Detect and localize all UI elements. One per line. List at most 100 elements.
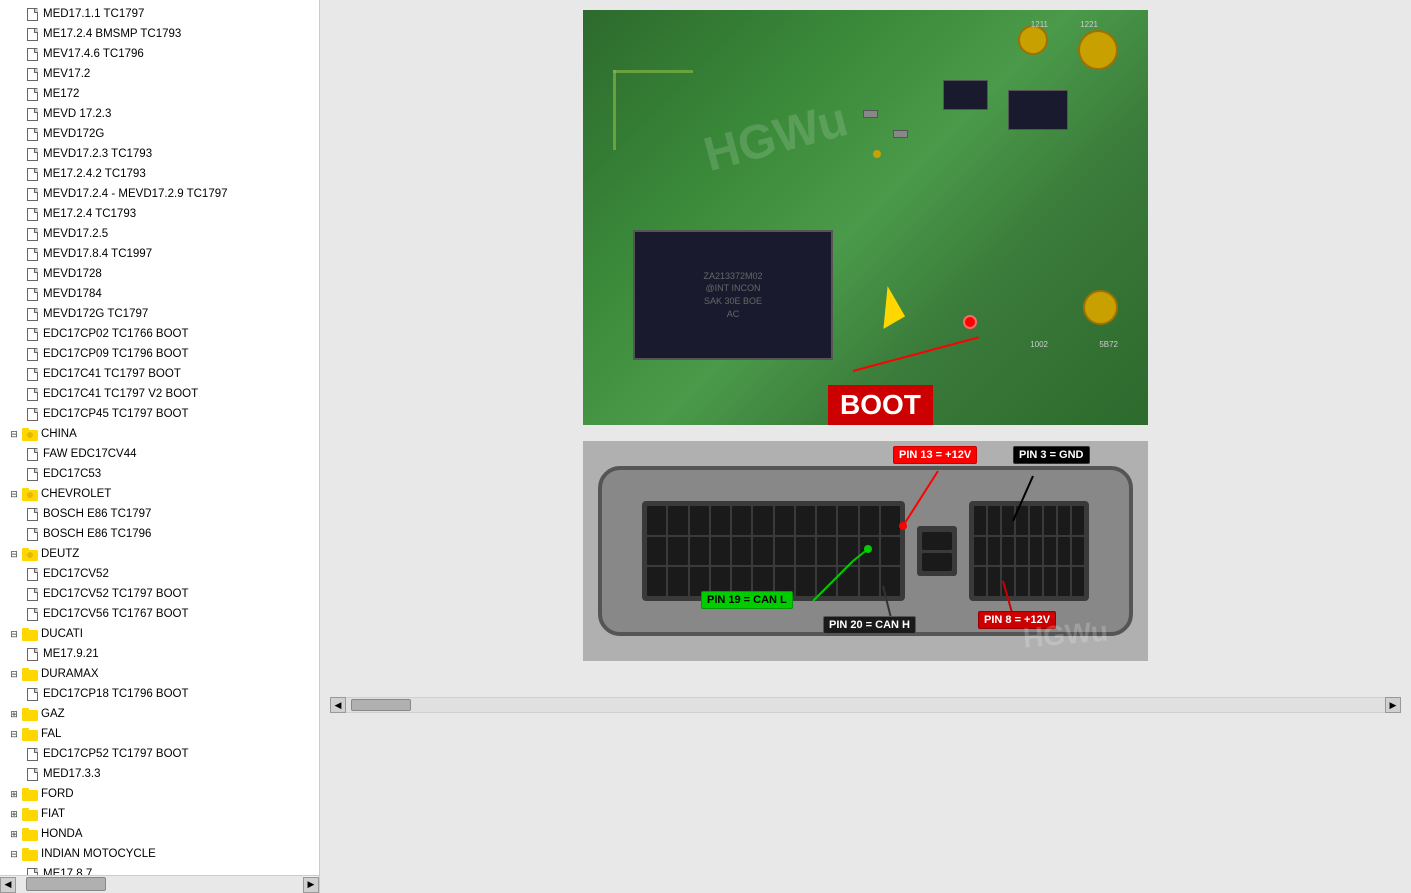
doc-icon xyxy=(24,306,40,322)
tree-group-deutz[interactable]: ⊟ DEUTZ xyxy=(0,544,319,564)
tree-item-mevd172g[interactable]: MEVD172G xyxy=(0,124,319,144)
tree-item-edc17cv56[interactable]: EDC17CV56 TC1767 BOOT xyxy=(0,604,319,624)
folder-icon-ducati xyxy=(22,626,38,642)
doc-icon xyxy=(24,866,40,875)
doc-icon xyxy=(24,366,40,382)
tree-group-indian-motocycle[interactable]: ⊟ INDIAN MOTOCYCLE xyxy=(0,844,319,864)
doc-icon xyxy=(24,466,40,482)
tree-item-me17_2_4[interactable]: ME17.2.4 BMSMP TC1793 xyxy=(0,24,319,44)
bottom-scrollbar-track[interactable] xyxy=(16,876,303,893)
connector-watermark: HGWu xyxy=(1022,615,1109,654)
tree-item-edc17cv52[interactable]: EDC17CV52 xyxy=(0,564,319,584)
pin20-label: PIN 20 = CAN H xyxy=(823,616,916,634)
tree-group-gaz[interactable]: ⊞ GAZ xyxy=(0,704,319,724)
folder-icon-china xyxy=(22,426,38,442)
doc-icon xyxy=(24,406,40,422)
left-panel: MED17.1.1 TC1797 ME17.2.4 BMSMP TC1793 M… xyxy=(0,0,320,893)
doc-icon xyxy=(24,746,40,762)
scroll-left-btn[interactable]: ◀ xyxy=(0,877,16,893)
doc-icon xyxy=(24,186,40,202)
doc-icon xyxy=(24,386,40,402)
tree-item-me172[interactable]: ME172 xyxy=(0,84,319,104)
tree-item-mevd17_2_4_2_9[interactable]: MEVD17.2.4 - MEVD17.2.9 TC1797 xyxy=(0,184,319,204)
tree-group-ford[interactable]: ⊞ FORD xyxy=(0,784,319,804)
expand-icon-ford: ⊞ xyxy=(8,788,20,800)
tree-item-edc17c41_v2[interactable]: EDC17C41 TC1797 V2 BOOT xyxy=(0,384,319,404)
expand-icon-fal: ⊟ xyxy=(8,728,20,740)
tree-container[interactable]: MED17.1.1 TC1797 ME17.2.4 BMSMP TC1793 M… xyxy=(0,0,319,875)
doc-icon xyxy=(24,526,40,542)
tree-item-edc17cv52_boot[interactable]: EDC17CV52 TC1797 BOOT xyxy=(0,584,319,604)
tree-item-med17_1_1[interactable]: MED17.1.1 TC1797 xyxy=(0,4,319,24)
tree-item-edc17cp18[interactable]: EDC17CP18 TC1796 BOOT xyxy=(0,684,319,704)
doc-icon xyxy=(24,346,40,362)
pcb-image-container: ZA213372M02@INT INCONSAK 30E BOEAC BOOT xyxy=(583,10,1148,425)
expand-icon-gaz: ⊞ xyxy=(8,708,20,720)
expand-icon-fiat: ⊞ xyxy=(8,808,20,820)
folder-icon-duramax xyxy=(22,666,38,682)
tree-item-mevd1784[interactable]: MEVD1784 xyxy=(0,284,319,304)
tree-item-edc17c41[interactable]: EDC17C41 TC1797 BOOT xyxy=(0,364,319,384)
tree-group-honda[interactable]: ⊞ HONDA xyxy=(0,824,319,844)
doc-icon xyxy=(24,106,40,122)
tree-item-edc17cp52_fal[interactable]: EDC17CP52 TC1797 BOOT xyxy=(0,744,319,764)
scroll-right-btn[interactable]: ▶ xyxy=(303,877,319,893)
doc-icon xyxy=(24,286,40,302)
folder-icon-fiat xyxy=(22,806,38,822)
expand-icon-china: ⊟ xyxy=(8,428,20,440)
right-panel[interactable]: ZA213372M02@INT INCONSAK 30E BOEAC BOOT xyxy=(320,0,1411,893)
tree-item-mev17_2[interactable]: MEV17.2 xyxy=(0,64,319,84)
tree-item-bosch_e86_tc1796[interactable]: BOSCH E86 TC1796 xyxy=(0,524,319,544)
tree-item-mevd17_2_3_tc1793[interactable]: MEVD17.2.3 TC1793 xyxy=(0,144,319,164)
doc-icon xyxy=(24,606,40,622)
doc-icon xyxy=(24,566,40,582)
expand-icon-chevrolet: ⊟ xyxy=(8,488,20,500)
tree-group-duramax[interactable]: ⊟ DURAMAX xyxy=(0,664,319,684)
doc-icon xyxy=(24,126,40,142)
folder-icon-honda xyxy=(22,826,38,842)
doc-icon xyxy=(24,206,40,222)
doc-icon xyxy=(24,266,40,282)
tree-item-edc17c53[interactable]: EDC17C53 xyxy=(0,464,319,484)
tree-item-bosch_e86_tc1797[interactable]: BOSCH E86 TC1797 xyxy=(0,504,319,524)
tree-item-edc17cp09[interactable]: EDC17CP09 TC1796 BOOT xyxy=(0,344,319,364)
tree-item-me17_2_4_tc1793[interactable]: ME17.2.4 TC1793 xyxy=(0,204,319,224)
tree-group-fal[interactable]: ⊟ FAL xyxy=(0,724,319,744)
right-bottom-scrollbar[interactable]: ◀ ▶ xyxy=(330,697,1401,713)
tree-item-mevd_17_2_3[interactable]: MEVD 17.2.3 xyxy=(0,104,319,124)
tree-item-mevd17_8_4[interactable]: MEVD17.8.4 TC1997 xyxy=(0,244,319,264)
tree-group-fiat[interactable]: ⊞ FIAT xyxy=(0,804,319,824)
bottom-scrollbar[interactable]: ◀ ▶ xyxy=(0,875,319,893)
right-scroll-right-btn[interactable]: ▶ xyxy=(1385,697,1401,713)
expand-icon-deutz: ⊟ xyxy=(8,548,20,560)
tree-item-edc17cp45[interactable]: EDC17CP45 TC1797 BOOT xyxy=(0,404,319,424)
pcb-image: ZA213372M02@INT INCONSAK 30E BOEAC BOOT xyxy=(583,10,1148,425)
tree-item-mevd1728[interactable]: MEVD1728 xyxy=(0,264,319,284)
tree-group-china[interactable]: ⊟ CHINA xyxy=(0,424,319,444)
boot-label: BOOT xyxy=(828,385,933,425)
pcb-watermark: HGWu xyxy=(698,92,853,183)
tree-group-ducati[interactable]: ⊟ DUCATI xyxy=(0,624,319,644)
folder-icon-indian-motocycle xyxy=(22,846,38,862)
expand-icon-ducati: ⊟ xyxy=(8,628,20,640)
folder-icon-ford xyxy=(22,786,38,802)
pin3-label: PIN 3 = GND xyxy=(1013,446,1090,464)
tree-item-med17_3_3[interactable]: MED17.3.3 xyxy=(0,764,319,784)
doc-icon xyxy=(24,506,40,522)
folder-icon-chevrolet xyxy=(22,486,38,502)
tree-item-mev17_4_6[interactable]: MEV17.4.6 TC1796 xyxy=(0,44,319,64)
doc-icon xyxy=(24,446,40,462)
tree-item-edc17cp02[interactable]: EDC17CP02 TC1766 BOOT xyxy=(0,324,319,344)
tree-item-me17_2_4_2[interactable]: ME17.2.4.2 TC1793 xyxy=(0,164,319,184)
doc-icon xyxy=(24,246,40,262)
pin13-label: PIN 13 = +12V xyxy=(893,446,977,464)
tree-group-chevrolet[interactable]: ⊟ CHEVROLET xyxy=(0,484,319,504)
tree-item-me17_9_21[interactable]: ME17.9.21 xyxy=(0,644,319,664)
tree-item-mevd17_2_5[interactable]: MEVD17.2.5 xyxy=(0,224,319,244)
doc-icon xyxy=(24,46,40,62)
right-scroll-left-btn[interactable]: ◀ xyxy=(330,697,346,713)
tree-item-faw_edc17cv44[interactable]: FAW EDC17CV44 xyxy=(0,444,319,464)
tree-item-me17_8_7[interactable]: ME17.8.7 xyxy=(0,864,319,875)
tree-item-mevd172g_tc1797[interactable]: MEVD172G TC1797 xyxy=(0,304,319,324)
doc-icon xyxy=(24,326,40,342)
